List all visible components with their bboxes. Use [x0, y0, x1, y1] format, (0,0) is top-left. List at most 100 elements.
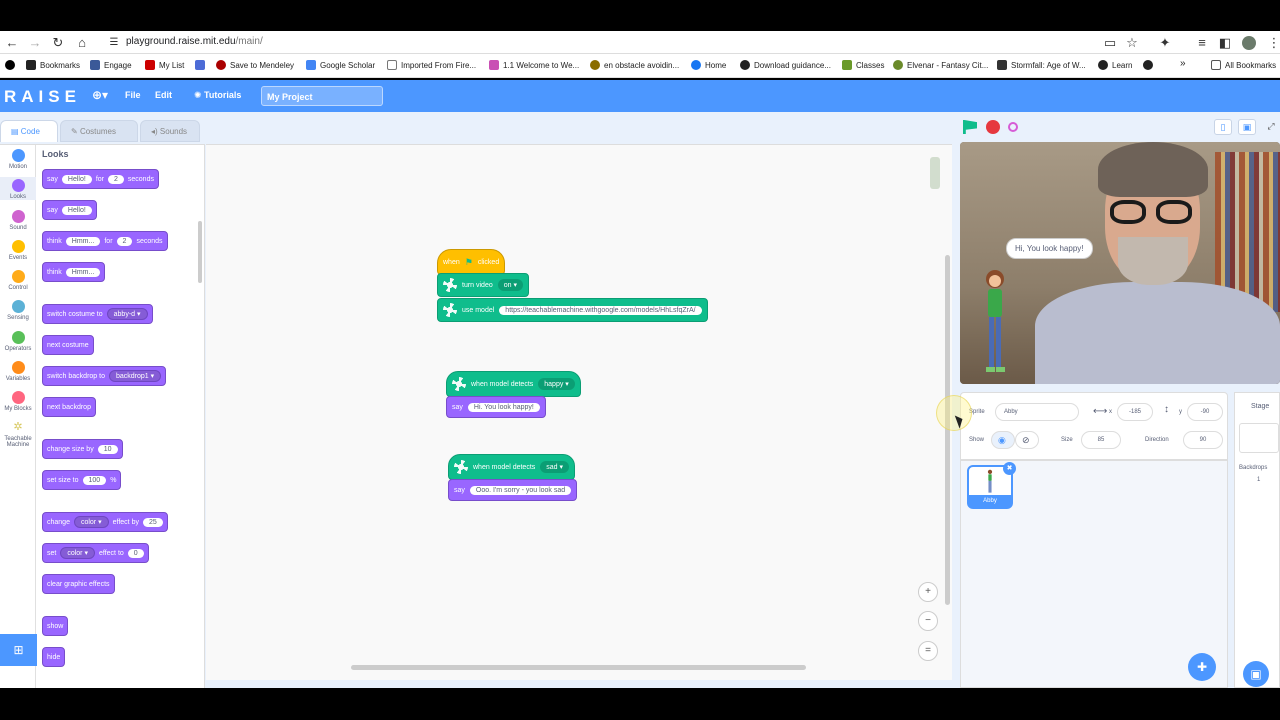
bookmark-my-list[interactable]: My List — [145, 60, 184, 70]
block-hide[interactable]: hide — [42, 647, 66, 667]
stage-selector[interactable]: Stage Backdrops 1 ▣ — [1234, 392, 1280, 688]
hat-when-model-detects-happy[interactable]: when model detects happy ▾ — [446, 371, 581, 397]
script-area[interactable]: when ⚑ clicked turn video on ▾ use model htt… — [206, 144, 952, 680]
block-dropdown[interactable]: on ▾ — [497, 279, 524, 291]
block-input[interactable]: 100 — [82, 475, 107, 485]
hat-when-model-detects-sad[interactable]: when model detects sad ▾ — [448, 454, 576, 480]
bookmark-obstacle[interactable]: en obstacle avoidin... — [590, 60, 679, 70]
block-input[interactable]: Hello! — [61, 174, 92, 184]
category-variables[interactable]: Variables — [0, 361, 36, 382]
category-looks[interactable]: Looks — [0, 177, 36, 200]
category-sound[interactable]: Sound — [0, 210, 36, 231]
bookmark-download[interactable]: Download guidance... — [740, 60, 831, 70]
block-clear-effects[interactable]: clear graphic effects — [42, 574, 115, 594]
block-input[interactable]: 2 — [116, 236, 133, 246]
forward-icon[interactable]: → — [27, 35, 43, 51]
bookmark-classes[interactable]: Classes — [842, 60, 884, 70]
add-extension-button[interactable]: ⊞ — [0, 634, 37, 666]
add-backdrop-button[interactable]: ▣ — [1243, 661, 1269, 687]
model-url-input[interactable]: https://teachablemachine.withgoogle.com/… — [499, 305, 702, 315]
category-control[interactable]: Control — [0, 270, 36, 291]
sidebar-icon[interactable]: ◧ — [1217, 35, 1233, 51]
block-show[interactable]: show — [42, 616, 69, 636]
category-motion[interactable]: Motion — [0, 149, 36, 170]
block-input[interactable]: Ooo. I'm sorry - you look sad — [469, 485, 572, 495]
bookmark-engage[interactable]: Engage — [90, 60, 132, 70]
category-sensing[interactable]: Sensing — [0, 300, 36, 321]
bookmark-welcome[interactable]: 1.1 Welcome to We... — [489, 60, 579, 70]
all-bookmarks[interactable]: All Bookmarks — [1211, 60, 1276, 70]
x-input[interactable]: -185 — [1117, 403, 1153, 421]
delete-sprite-button[interactable]: ✖ — [1003, 462, 1016, 475]
profile-avatar[interactable] — [1242, 36, 1256, 50]
sprite-tile-abby[interactable]: Abby ✖ — [967, 462, 1016, 509]
palette-scrollbar[interactable] — [198, 221, 202, 283]
block-say[interactable]: say Hello! — [42, 200, 97, 220]
block-dropdown[interactable]: abby-d ▾ — [106, 308, 148, 320]
star-icon[interactable]: ☆ — [1124, 35, 1140, 51]
globe-icon[interactable]: ⊕▾ — [92, 88, 108, 102]
bookmarks-overflow[interactable]: » — [1180, 58, 1186, 69]
zoom-out-button[interactable]: − — [918, 611, 938, 631]
reload-icon[interactable]: ↻ — [50, 35, 66, 51]
block-next-backdrop[interactable]: next backdrop — [42, 397, 96, 417]
stage[interactable]: Hi, You look happy! — [960, 142, 1280, 384]
block-next-costume[interactable]: next costume — [42, 335, 94, 355]
green-flag-icon[interactable] — [963, 120, 977, 134]
file-menu[interactable]: File — [125, 90, 141, 100]
block-input[interactable]: Hello! — [61, 205, 92, 215]
block-say-sad[interactable]: say Ooo. I'm sorry - you look sad — [448, 479, 578, 501]
size-input[interactable]: 85 — [1081, 431, 1121, 449]
block-use-model[interactable]: use model https://teachablemachine.withgo… — [437, 298, 708, 322]
block-input[interactable]: Hi. You look happy! — [467, 402, 540, 412]
home-icon[interactable]: ⌂ — [74, 35, 90, 51]
block-dropdown[interactable]: happy ▾ — [538, 378, 575, 390]
bookmark-bookmarks[interactable]: Bookmarks — [26, 60, 80, 70]
category-teachable-machine[interactable]: ✲ Teachable Machine — [0, 421, 36, 448]
media-icon[interactable]: ≡ — [1194, 35, 1210, 51]
hat-when-flag-clicked[interactable]: when ⚑ clicked — [437, 249, 506, 275]
small-stage-button[interactable]: ▯ — [1214, 119, 1232, 135]
bookmark-blank[interactable] — [195, 60, 209, 70]
zoom-in-button[interactable]: + — [918, 582, 938, 602]
block-say-for[interactable]: say Hello! for 2 seconds — [42, 169, 159, 189]
bookmark-imported[interactable]: Imported From Fire... — [387, 60, 476, 70]
bookmark-learn[interactable]: Learn — [1098, 60, 1132, 70]
record-icon[interactable] — [1008, 122, 1018, 132]
block-input[interactable]: 10 — [97, 444, 118, 454]
block-say-happy[interactable]: say Hi. You look happy! — [446, 396, 546, 418]
large-stage-button[interactable]: ▣ — [1238, 119, 1256, 135]
bookmark-home[interactable]: Home — [691, 60, 726, 70]
menu-icon[interactable]: ⋮ — [1266, 35, 1280, 51]
block-input[interactable]: 2 — [107, 174, 124, 184]
sprite-name-input[interactable]: Abby — [995, 403, 1079, 421]
block-input[interactable]: 0 — [127, 548, 144, 558]
bookmark-scholar[interactable]: Google Scholar — [306, 60, 375, 70]
abby-sprite[interactable] — [980, 267, 1010, 377]
category-events[interactable]: Events — [0, 240, 36, 261]
back-icon[interactable]: ← — [4, 35, 20, 51]
block-input[interactable]: 25 — [142, 517, 163, 527]
block-change-effect[interactable]: change color ▾ effect by 25 — [42, 512, 168, 532]
bookmark-elvenar[interactable]: Elvenar - Fantasy Cit... — [893, 60, 988, 70]
extensions-icon[interactable]: ✦ — [1157, 35, 1173, 51]
block-dropdown[interactable]: backdrop1 ▾ — [108, 370, 162, 382]
block-think[interactable]: think Hmm... — [42, 262, 106, 282]
y-input[interactable]: -90 — [1187, 403, 1223, 421]
block-switch-costume[interactable]: switch costume to abby-d ▾ — [42, 304, 153, 324]
edit-menu[interactable]: Edit — [155, 90, 172, 100]
stop-icon[interactable] — [986, 120, 1000, 134]
block-dropdown[interactable]: color ▾ — [60, 547, 95, 559]
block-think-for[interactable]: think Hmm... for 2 seconds — [42, 231, 168, 251]
tab-sounds[interactable]: ◂) Sounds — [140, 120, 200, 142]
bookmark-mendeley[interactable]: Save to Mendeley — [216, 60, 294, 70]
project-title-input[interactable]: My Project — [261, 86, 383, 106]
bookmark-last[interactable] — [1143, 60, 1157, 70]
block-dropdown[interactable]: color ▾ — [73, 516, 109, 528]
block-input[interactable]: Hmm... — [65, 267, 101, 277]
category-operators[interactable]: Operators — [0, 331, 36, 352]
tutorials-menu[interactable]: ✺ Tutorials — [194, 90, 241, 101]
block-turn-video[interactable]: turn video on ▾ — [437, 273, 530, 297]
direction-input[interactable]: 90 — [1183, 431, 1223, 449]
zoom-reset-button[interactable]: = — [918, 641, 938, 661]
